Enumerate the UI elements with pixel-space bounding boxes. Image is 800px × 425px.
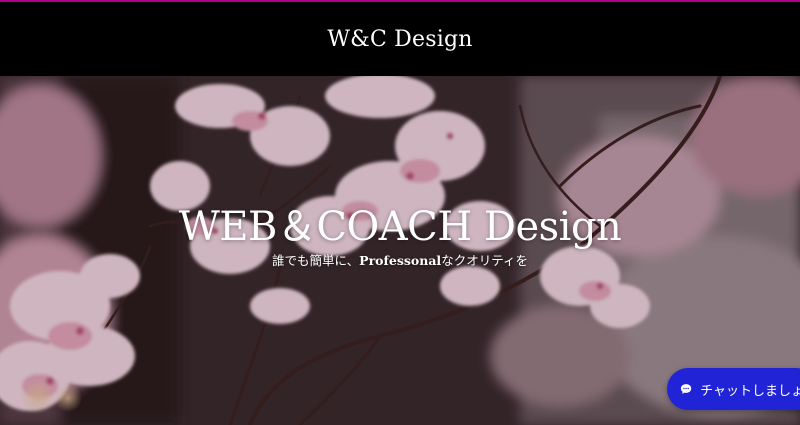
site-header: W&C Design [0, 2, 800, 76]
hero-title: WEB＆COACH Design [178, 204, 622, 250]
chat-button[interactable]: チャットしましょう [667, 368, 800, 410]
hero-subtitle-prefix: 誰でも簡単に、 [272, 253, 360, 268]
hero-subtitle-bold: Professonal [359, 253, 442, 268]
chat-bubble-icon [680, 384, 692, 394]
site-title[interactable]: W&C Design [327, 27, 472, 52]
chat-button-label: チャットしましょう [700, 383, 800, 399]
hero-subtitle-suffix: なクオリティを [441, 253, 528, 268]
hero-subtitle: 誰でも簡単に、Professonalなクオリティを [0, 250, 800, 269]
